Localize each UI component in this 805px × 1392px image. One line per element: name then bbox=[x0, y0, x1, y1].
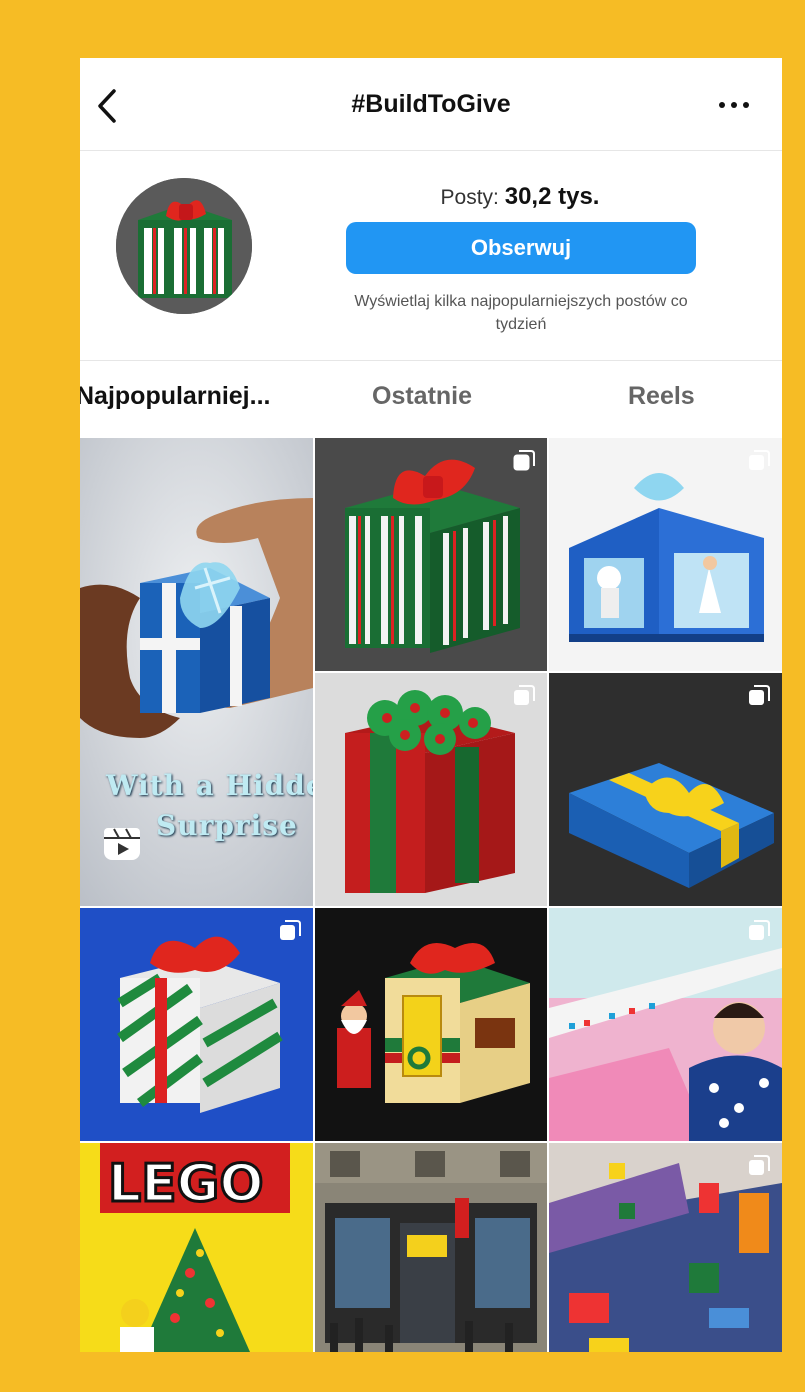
multiple-posts-icon bbox=[280, 920, 301, 940]
follow-button[interactable]: Obserwuj bbox=[346, 222, 696, 274]
posts-count-line: Posty: 30,2 tys. bbox=[292, 183, 748, 211]
grid-tile[interactable] bbox=[315, 438, 547, 671]
multiple-posts-icon bbox=[749, 1155, 770, 1175]
caption-line: Surprise bbox=[156, 809, 298, 842]
multiple-posts-icon bbox=[514, 685, 535, 705]
grid-tile[interactable] bbox=[549, 438, 782, 671]
striped-gift-photo bbox=[315, 438, 547, 671]
grid-tile[interactable] bbox=[315, 1143, 547, 1352]
posts-label: Posty: bbox=[440, 186, 499, 209]
child-building-photo bbox=[549, 908, 782, 1141]
tab-bar: Najpopularniej... Ostatnie Reels bbox=[80, 362, 782, 438]
tab-reels[interactable]: Reels bbox=[628, 382, 695, 411]
grid-tile[interactable]: LEGO bbox=[80, 1143, 313, 1352]
multiple-posts-icon bbox=[513, 450, 535, 471]
posts-grid: With a Hidden Surprise bbox=[80, 438, 782, 1352]
hashtag-avatar bbox=[116, 178, 252, 314]
santa-gift-house-photo bbox=[315, 908, 547, 1141]
tab-top[interactable]: Najpopularniej... bbox=[80, 382, 270, 411]
blue-yellow-gift-photo bbox=[549, 673, 782, 906]
multiple-posts-icon bbox=[749, 685, 770, 705]
grid-tile[interactable] bbox=[315, 908, 547, 1141]
divider bbox=[80, 150, 782, 151]
tab-recent[interactable]: Ostatnie bbox=[372, 382, 472, 411]
multiple-posts-icon bbox=[749, 450, 770, 470]
top-nav-bar: #BuildToGive bbox=[80, 58, 782, 150]
reels-icon bbox=[104, 828, 140, 860]
follow-hint-text: Wyświetlaj kilka najpopularniejszych pos… bbox=[354, 293, 688, 333]
rose-gift-photo bbox=[315, 673, 547, 906]
grid-tile[interactable] bbox=[549, 673, 782, 906]
grid-tile[interactable] bbox=[315, 673, 547, 906]
swirl-gift-photo bbox=[80, 908, 313, 1141]
grid-tile[interactable] bbox=[549, 1143, 782, 1352]
lego-store-photo bbox=[315, 1143, 547, 1352]
lego-tree-photo: LEGO bbox=[80, 1143, 313, 1352]
phone-screen: #BuildToGive Posty: 30,2 tys. Obserwuj W… bbox=[80, 58, 782, 1352]
divider bbox=[80, 360, 782, 361]
grid-tile-reel[interactable]: With a Hidden Surprise bbox=[80, 438, 313, 906]
more-options-button[interactable] bbox=[716, 98, 752, 110]
grid-tile[interactable] bbox=[549, 908, 782, 1141]
page-title: #BuildToGive bbox=[351, 90, 511, 118]
multiple-posts-icon bbox=[749, 920, 770, 940]
more-horizontal-icon bbox=[719, 102, 749, 108]
caption-line: With a Hidden bbox=[106, 769, 313, 802]
posts-count: 30,2 tys. bbox=[504, 183, 600, 210]
grid-tile[interactable] bbox=[80, 908, 313, 1141]
blue-diorama-photo bbox=[549, 438, 782, 671]
svg-text:LEGO: LEGO bbox=[108, 1154, 264, 1214]
